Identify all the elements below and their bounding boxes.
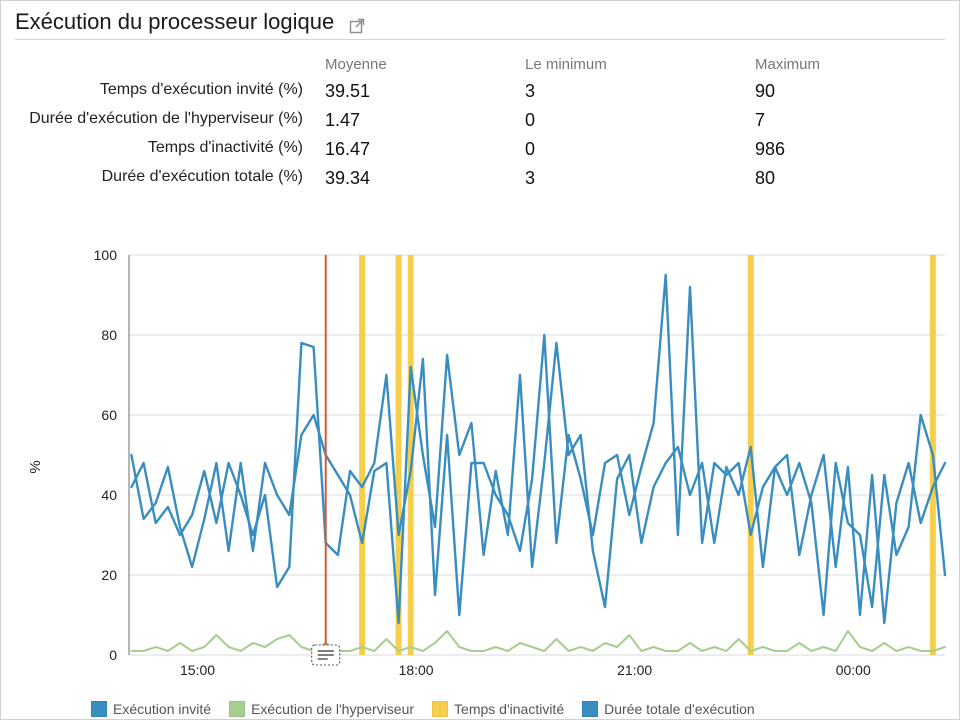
svg-text:40: 40 bbox=[101, 487, 117, 503]
cell: 39.34 bbox=[325, 168, 525, 189]
col-header-avg: Moyenne bbox=[325, 56, 525, 73]
cell: 7 bbox=[755, 110, 935, 131]
cell: 39.51 bbox=[325, 81, 525, 102]
cell: 3 bbox=[525, 168, 755, 189]
svg-text:100: 100 bbox=[94, 249, 118, 263]
legend-label: Durée totale d'exécution bbox=[604, 701, 755, 717]
svg-text:80: 80 bbox=[101, 327, 117, 343]
row-label: Temps d'exécution invité (%) bbox=[25, 81, 325, 99]
legend-label: Exécution invité bbox=[113, 701, 211, 717]
legend-swatch bbox=[229, 701, 245, 717]
legend-swatch bbox=[582, 701, 598, 717]
legend-swatch bbox=[91, 701, 107, 717]
row-label: Temps d'inactivité (%) bbox=[25, 139, 325, 157]
cell: 3 bbox=[525, 81, 755, 102]
divider bbox=[15, 39, 945, 40]
legend-label: Exécution de l'hyperviseur bbox=[251, 701, 414, 717]
chart-svg: 0 20 40 60 80 100 15:00 18:00 21:00 00:00 bbox=[29, 249, 951, 685]
svg-text:15:00: 15:00 bbox=[180, 662, 215, 678]
legend-item[interactable]: Durée totale d'exécution bbox=[582, 701, 755, 717]
cell: 80 bbox=[755, 168, 935, 189]
cell: 0 bbox=[525, 139, 755, 160]
legend-item[interactable]: Temps d'inactivité bbox=[432, 701, 564, 717]
legend: Exécution invité Exécution de l'hypervis… bbox=[91, 701, 951, 717]
legend-swatch bbox=[432, 701, 448, 717]
panel-title: Exécution du processeur logique bbox=[15, 9, 334, 35]
cell: 0 bbox=[525, 110, 755, 131]
row-label: Durée d'exécution totale (%) bbox=[25, 168, 325, 186]
y-axis-label: % bbox=[27, 460, 44, 473]
cell: 986 bbox=[755, 139, 935, 160]
title-bar: Exécution du processeur logique bbox=[1, 1, 959, 39]
open-external-icon[interactable] bbox=[348, 17, 366, 35]
cell: 90 bbox=[755, 81, 935, 102]
svg-text:20: 20 bbox=[101, 567, 117, 583]
col-header-min: Le minimum bbox=[525, 56, 755, 73]
legend-label: Temps d'inactivité bbox=[454, 701, 564, 717]
svg-text:60: 60 bbox=[101, 407, 117, 423]
svg-text:0: 0 bbox=[109, 647, 117, 663]
time-marker-note-icon[interactable] bbox=[312, 645, 340, 665]
svg-text:18:00: 18:00 bbox=[399, 662, 434, 678]
row-label: Durée d'exécution de l'hyperviseur (%) bbox=[25, 110, 325, 128]
svg-text:00:00: 00:00 bbox=[836, 662, 871, 678]
chart: % 0 20 40 60 80 100 15:00 18:00 21:00 00:00 bbox=[29, 249, 951, 685]
svg-text:21:00: 21:00 bbox=[617, 662, 652, 678]
cell: 1.47 bbox=[325, 110, 525, 131]
stats-table: Moyenne Le minimum Maximum Temps d'exécu… bbox=[1, 46, 959, 193]
cell: 16.47 bbox=[325, 139, 525, 160]
col-header-max: Maximum bbox=[755, 56, 935, 73]
legend-item[interactable]: Exécution de l'hyperviseur bbox=[229, 701, 414, 717]
legend-item[interactable]: Exécution invité bbox=[91, 701, 211, 717]
panel: Exécution du processeur logique Moyenne … bbox=[0, 0, 960, 720]
